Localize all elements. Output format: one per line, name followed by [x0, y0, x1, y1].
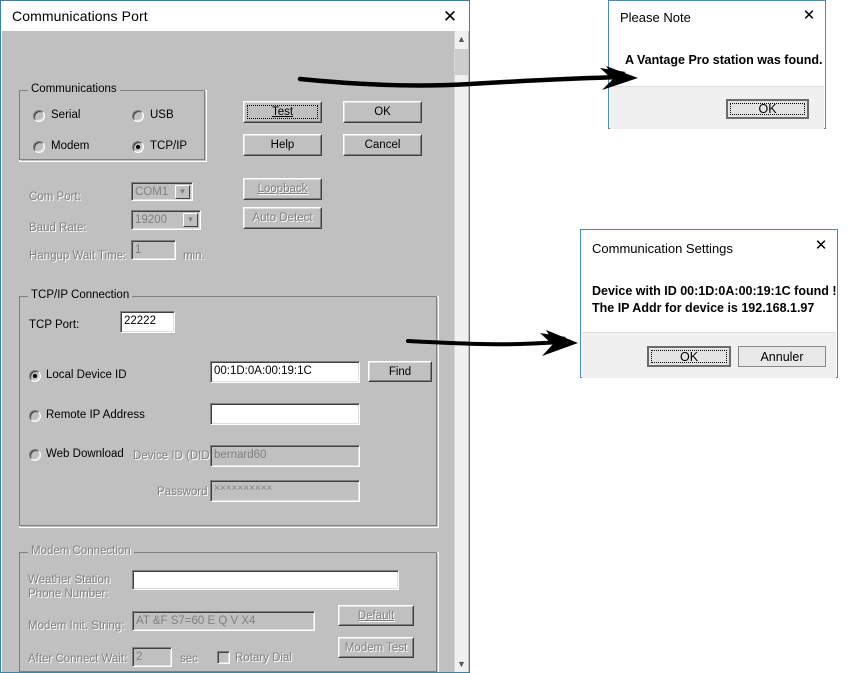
communication-settings-dialog: Communication Settings ✕ Device with ID …: [580, 229, 838, 378]
local-device-id-value: 00:1D:0A:00:19:1C: [214, 365, 312, 377]
help-button[interactable]: Help: [243, 134, 322, 156]
hangup-wait-input[interactable]: 1: [131, 240, 176, 260]
window-client-area: Communications Serial USB Modem TCP/IP T…: [2, 31, 469, 672]
baud-rate-select[interactable]: 19200 ▼: [131, 210, 201, 230]
phone-number-label-line1: Weather Station: [28, 574, 111, 586]
after-connect-wait-input[interactable]: 2: [132, 647, 172, 667]
comm-settings-ok-label: OK: [679, 349, 699, 364]
screen: Communications Port ✕ Communications Ser…: [0, 0, 864, 673]
comm-settings-ok-button[interactable]: OK: [647, 346, 731, 367]
chevron-down-icon[interactable]: ▼: [175, 185, 190, 199]
dialog-footer: OK Annuler: [582, 332, 836, 378]
radio-usb-label: USB: [150, 109, 174, 121]
comm-settings-cancel-button[interactable]: Annuler: [738, 346, 826, 367]
radio-local-device-id[interactable]: [29, 370, 41, 382]
please-note-ok-label: OK: [758, 102, 777, 116]
comm-settings-title: Communication Settings: [592, 241, 733, 256]
default-button-label: Default: [357, 609, 395, 622]
please-note-ok-button[interactable]: OK: [726, 99, 809, 119]
modem-group-label: Modem Connection: [28, 545, 134, 557]
com-port-value: COM1: [135, 186, 169, 198]
loopback-button[interactable]: Loopback: [243, 178, 322, 200]
device-id-did-input[interactable]: bernard60: [210, 445, 360, 467]
close-icon[interactable]: ✕: [797, 5, 821, 25]
chevron-down-icon[interactable]: ▼: [455, 656, 468, 672]
cancel-button-label: Cancel: [364, 139, 401, 151]
after-connect-wait-label: After Connect Wait:: [28, 653, 128, 665]
phone-number-label-line2: Phone Number:: [28, 588, 109, 600]
modem-init-string-label: Modem Init. String:: [28, 620, 125, 632]
chevron-down-icon[interactable]: ▼: [183, 213, 198, 227]
after-connect-wait-units: sec: [180, 653, 198, 665]
close-icon[interactable]: ✕: [809, 235, 833, 255]
device-id-did-label: Device ID (DID): [133, 450, 214, 462]
radio-usb[interactable]: [132, 110, 144, 122]
dialog-footer: OK: [610, 86, 824, 129]
tcp-port-label: TCP Port:: [29, 319, 80, 331]
after-connect-wait-value: 2: [136, 651, 143, 663]
default-button[interactable]: Default: [338, 605, 414, 626]
modem-init-string-input[interactable]: AT &F S7=60 E Q V X4: [132, 611, 315, 631]
password-label: Password: [157, 486, 208, 498]
test-button[interactable]: Test: [243, 101, 322, 123]
scrollbar-thumb[interactable]: [455, 49, 468, 75]
local-device-id-input[interactable]: 00:1D:0A:00:19:1C: [210, 361, 360, 383]
baud-rate-value: 19200: [135, 214, 167, 226]
comm-settings-message: Device with ID 00:1D:0A:00:19:1C found !…: [592, 284, 837, 315]
please-note-title: Please Note: [620, 10, 691, 25]
password-value: ××××××××××: [214, 483, 273, 494]
radio-modem[interactable]: [33, 141, 45, 153]
hangup-wait-units: min.: [183, 250, 205, 262]
tcpip-group-label: TCP/IP Connection: [28, 289, 133, 301]
radio-modem-label: Modem: [51, 140, 90, 152]
cancel-button[interactable]: Cancel: [343, 134, 422, 156]
modem-init-string-value: AT &F S7=60 E Q V X4: [136, 615, 256, 627]
remote-ip-address-input[interactable]: [210, 403, 360, 425]
radio-tcpip[interactable]: [132, 141, 144, 153]
please-note-message: A Vantage Pro station was found.: [625, 53, 823, 67]
help-button-label: Help: [270, 139, 295, 151]
find-button-label: Find: [388, 365, 412, 378]
hangup-wait-value: 1: [135, 244, 142, 256]
loopback-button-label: Loopback: [257, 183, 308, 195]
comm-settings-cancel-label: Annuler: [760, 349, 804, 364]
radio-serial[interactable]: [33, 110, 45, 122]
web-download-label: Web Download: [46, 448, 124, 460]
communications-port-window: Communications Port ✕ Communications Ser…: [0, 0, 470, 673]
hangup-wait-label: Hangup Wait Time:: [29, 250, 127, 262]
test-button-label: Test: [271, 106, 294, 118]
ok-button-label: OK: [374, 106, 391, 118]
find-button[interactable]: Find: [368, 361, 432, 382]
vertical-scrollbar[interactable]: ▲ ▼: [454, 31, 468, 672]
rotary-dial-label: Rotary Dial: [235, 652, 292, 664]
modem-test-button-label: Modem Test: [344, 641, 408, 654]
please-note-dialog: Please Note ✕ A Vantage Pro station was …: [608, 0, 826, 129]
modem-test-button[interactable]: Modem Test: [338, 637, 414, 658]
communications-group-label: Communications: [28, 83, 120, 95]
local-device-id-label: Local Device ID: [46, 369, 127, 381]
radio-web-download[interactable]: [29, 449, 41, 461]
window-titlebar: Communications Port ✕: [1, 1, 469, 31]
window-title: Communications Port: [12, 8, 148, 24]
tcp-port-value: 22222: [124, 315, 156, 327]
rotary-dial-checkbox[interactable]: [217, 651, 230, 664]
tcp-port-input[interactable]: 22222: [120, 311, 175, 333]
ok-button[interactable]: OK: [343, 101, 422, 123]
baud-rate-label: Baud Rate:: [29, 222, 87, 234]
auto-detect-button[interactable]: Auto Detect: [243, 207, 322, 229]
auto-detect-button-label: Auto Detect: [252, 212, 313, 224]
radio-tcpip-label: TCP/IP: [150, 140, 188, 152]
password-input[interactable]: ××××××××××: [210, 480, 360, 502]
phone-number-input[interactable]: [132, 570, 399, 590]
com-port-select[interactable]: COM1 ▼: [131, 182, 193, 201]
radio-serial-label: Serial: [51, 109, 81, 121]
com-port-label: Com Port:: [29, 191, 81, 203]
device-id-did-value: bernard60: [214, 449, 267, 461]
remote-ip-address-label: Remote IP Address: [46, 409, 145, 421]
chevron-up-icon[interactable]: ▲: [455, 31, 468, 47]
radio-remote-ip-address[interactable]: [29, 410, 41, 422]
close-icon[interactable]: ✕: [437, 5, 463, 27]
